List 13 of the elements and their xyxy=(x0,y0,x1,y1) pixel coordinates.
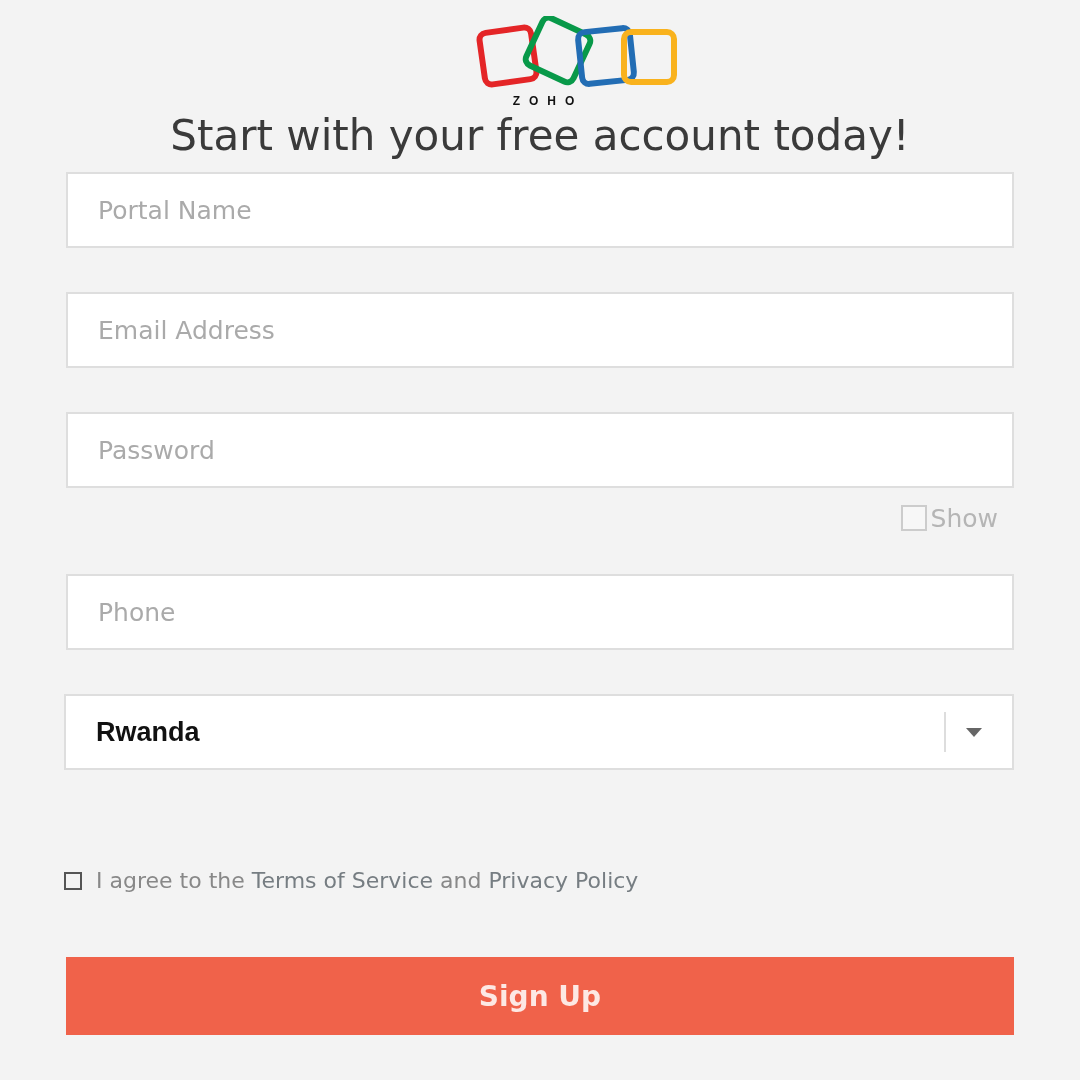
country-dropdown[interactable]: Rwanda xyxy=(64,694,1014,770)
link[interactable]: Terms of Service xyxy=(251,868,434,893)
link[interactable]: Privacy Policy xyxy=(488,868,639,893)
page-title: Start with your free account today! xyxy=(170,110,910,162)
caret-icon[interactable] xyxy=(966,727,982,737)
agreement-text: I agree to the Terms of Service and Privacy Policy xyxy=(96,868,639,893)
input-field[interactable]: Email Address xyxy=(66,292,1014,368)
checkbox[interactable] xyxy=(64,871,82,890)
input-field[interactable]: Phone xyxy=(66,574,1014,650)
input-field[interactable]: Password xyxy=(66,412,1014,488)
input-field[interactable]: Portal Name xyxy=(66,172,1014,248)
logo-text: ZOHO xyxy=(512,94,584,108)
sign-up-button[interactable]: Sign Up xyxy=(66,957,1014,1035)
